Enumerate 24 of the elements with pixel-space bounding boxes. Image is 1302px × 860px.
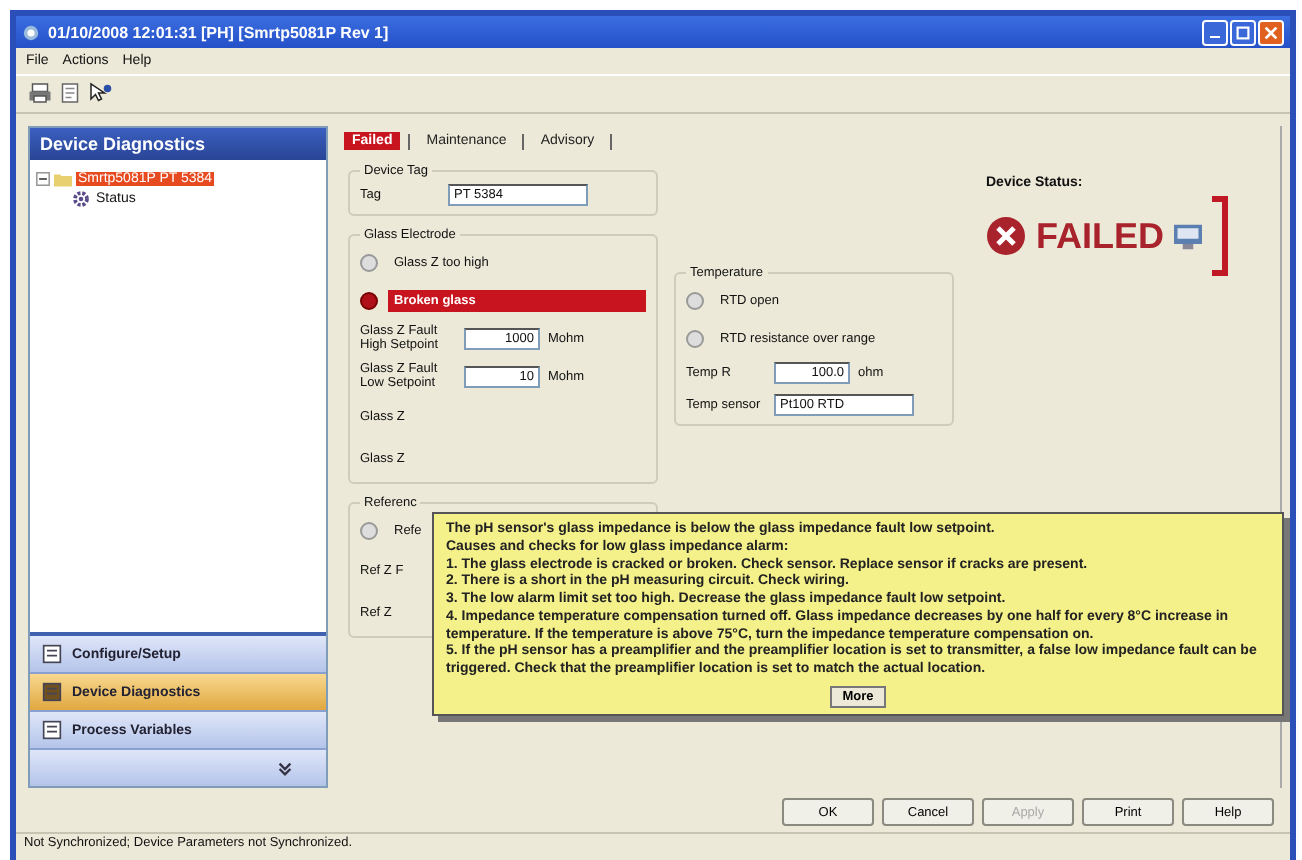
alarm-indicator (360, 521, 378, 539)
window-title: 01/10/2008 12:01:31 [PH] [Smrtp5081P Rev 1] (48, 23, 391, 41)
folder-icon (54, 169, 72, 187)
printer-icon[interactable] (28, 82, 52, 104)
app-icon (22, 23, 40, 41)
list-icon (42, 720, 62, 740)
list-icon (42, 644, 62, 664)
bracket-drawing (1212, 196, 1229, 276)
monitor-icon (1174, 223, 1203, 249)
maximize-button[interactable] (1230, 19, 1256, 45)
maximize-icon (1234, 23, 1252, 41)
minimize-button[interactable] (1202, 19, 1228, 45)
gear-icon (72, 189, 90, 207)
panel-header: Device Diagnostics (30, 128, 326, 160)
close-button[interactable] (1258, 19, 1284, 45)
chevron-down-icon[interactable] (276, 759, 294, 777)
help-pointer-icon[interactable] (88, 82, 112, 104)
document-icon[interactable] (58, 82, 82, 104)
error-icon (986, 216, 1026, 256)
collapse-icon[interactable] (36, 171, 50, 185)
list-icon (42, 682, 62, 702)
minimize-icon (1210, 35, 1220, 39)
close-icon (1262, 23, 1280, 41)
status-value: FAILED (1036, 215, 1165, 257)
